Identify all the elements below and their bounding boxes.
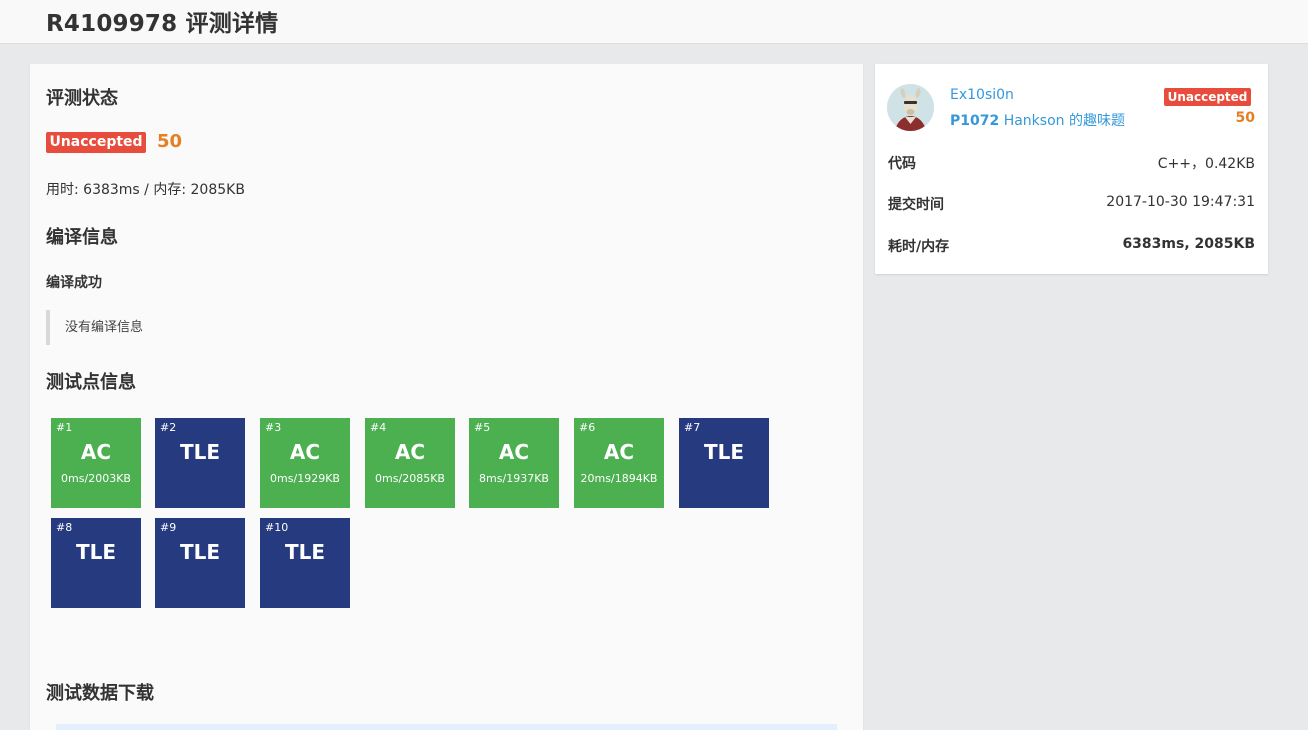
- time-memory-label: 耗时/内存: [888, 239, 950, 255]
- testcase-status: AC: [289, 440, 321, 464]
- testcase-number: #9: [160, 521, 177, 534]
- testcase-8[interactable]: #8 TLE: [51, 518, 141, 608]
- testcase-section-title: 测试点信息: [46, 372, 136, 393]
- problem-name: Hankson 的趣味题: [1003, 113, 1125, 129]
- score-value: 50: [157, 131, 183, 152]
- testcase-number: #10: [265, 521, 289, 534]
- submit-time-label: 提交时间: [888, 197, 944, 213]
- testcase-status: TLE: [179, 540, 221, 564]
- testcase-10[interactable]: #10 TLE: [260, 518, 350, 608]
- testcase-detail: 0ms/1929KB: [270, 472, 340, 485]
- download-section-title: 测试数据下载: [46, 683, 154, 704]
- page-header: R4109978 评测详情: [0, 0, 1308, 44]
- username-link[interactable]: Ex10si0n: [950, 87, 1014, 103]
- testcase-detail: 0ms/2085KB: [375, 472, 445, 485]
- avatar[interactable]: [887, 84, 934, 131]
- testcase-7[interactable]: #7 TLE: [679, 418, 769, 508]
- side-score: 50: [1235, 110, 1255, 126]
- testcase-number: #3: [265, 421, 282, 434]
- testcase-5[interactable]: #5 AC 8ms/1937KB: [469, 418, 559, 508]
- testcase-status: AC: [80, 440, 112, 464]
- testcase-status: TLE: [75, 540, 117, 564]
- side-status-badge: Unaccepted: [1164, 88, 1251, 106]
- time-memory-value: 6383ms, 2085KB: [1122, 236, 1255, 252]
- page-title: R4109978 评测详情: [46, 11, 279, 37]
- testcase-number: #1: [56, 421, 73, 434]
- testcase-detail: 0ms/2003KB: [61, 472, 131, 485]
- status-badge: Unaccepted: [46, 132, 146, 153]
- code-label: 代码: [888, 156, 916, 172]
- problem-link[interactable]: P1072 Hankson 的趣味题: [950, 110, 1125, 130]
- testcase-number: #7: [684, 421, 701, 434]
- testcase-number: #6: [579, 421, 596, 434]
- problem-id: P1072: [950, 113, 1000, 129]
- status-section-title: 评测状态: [46, 88, 118, 109]
- testcase-9[interactable]: #9 TLE: [155, 518, 245, 608]
- testcase-detail: 20ms/1894KB: [580, 472, 658, 485]
- testcase-number: #8: [56, 521, 73, 534]
- testcase-status: TLE: [703, 440, 745, 464]
- submission-summary-card: Ex10si0n P1072 Hankson 的趣味题 Unaccepted 5…: [875, 64, 1268, 274]
- testcase-status: AC: [498, 440, 530, 464]
- testcase-2[interactable]: #2 TLE: [155, 418, 245, 508]
- submit-time-value: 2017-10-30 19:47:31: [1106, 194, 1255, 210]
- testcase-status: TLE: [179, 440, 221, 464]
- testcase-number: #2: [160, 421, 177, 434]
- record-main-card: 评测状态 Unaccepted 50 用时: 6383ms / 内存: 2085…: [30, 64, 863, 730]
- llama-avatar-icon: [887, 84, 934, 131]
- download-panel[interactable]: [56, 724, 837, 730]
- compile-section-title: 编译信息: [46, 227, 118, 248]
- testcase-detail: 8ms/1937KB: [479, 472, 549, 485]
- testcase-1[interactable]: #1 AC 0ms/2003KB: [51, 418, 141, 508]
- compile-message: 没有编译信息: [46, 310, 346, 345]
- compile-result: 编译成功: [46, 275, 102, 291]
- testcase-number: #5: [474, 421, 491, 434]
- testcase-status: AC: [603, 440, 635, 464]
- testcase-3[interactable]: #3 AC 0ms/1929KB: [260, 418, 350, 508]
- time-memory-text: 用时: 6383ms / 内存: 2085KB: [46, 182, 245, 198]
- testcase-number: #4: [370, 421, 387, 434]
- testcase-status: AC: [394, 440, 426, 464]
- testcase-6[interactable]: #6 AC 20ms/1894KB: [574, 418, 664, 508]
- testcase-4[interactable]: #4 AC 0ms/2085KB: [365, 418, 455, 508]
- testcase-status: TLE: [284, 540, 326, 564]
- code-value[interactable]: C++，0.42KB: [1158, 153, 1255, 173]
